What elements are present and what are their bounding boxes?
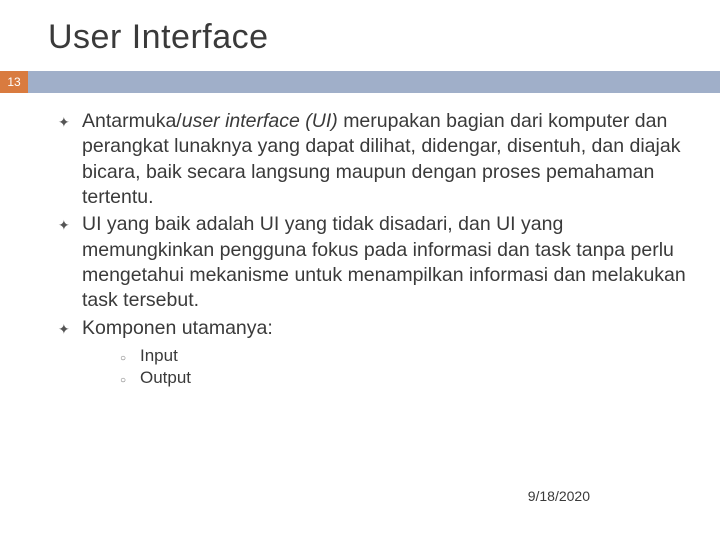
slide-number-badge: 13 [0,71,28,93]
list-item: ✦ UI yang baik adalah UI yang tidak disa… [58,212,690,313]
divider-bar-blue [28,71,720,93]
bullet-icon: ✦ [58,212,82,313]
sub-list-item: ○ Output [120,368,690,388]
sub-bullet-icon: ○ [120,353,140,364]
sub-bullet-text: Output [140,368,191,388]
bullet-icon: ✦ [58,109,82,210]
sub-bullet-text: Input [140,346,178,366]
sub-list: ○ Input ○ Output [58,346,690,388]
bullet-text: Antarmuka/user interface (UI) merupakan … [82,109,690,210]
bullet-text: UI yang baik adalah UI yang tidak disada… [82,212,690,313]
list-item: ✦ Komponen utamanya: [58,316,690,342]
content-area: ✦ Antarmuka/user interface (UI) merupaka… [0,93,720,388]
bullet-text: Komponen utamanya: [82,316,690,342]
bullet-icon: ✦ [58,316,82,342]
divider-bar: 13 [0,71,720,93]
sub-bullet-icon: ○ [120,375,140,386]
list-item: ✦ Antarmuka/user interface (UI) merupaka… [58,109,690,210]
sub-list-item: ○ Input [120,346,690,366]
date-footer: 9/18/2020 [528,488,590,504]
slide-title: User Interface [0,0,720,71]
